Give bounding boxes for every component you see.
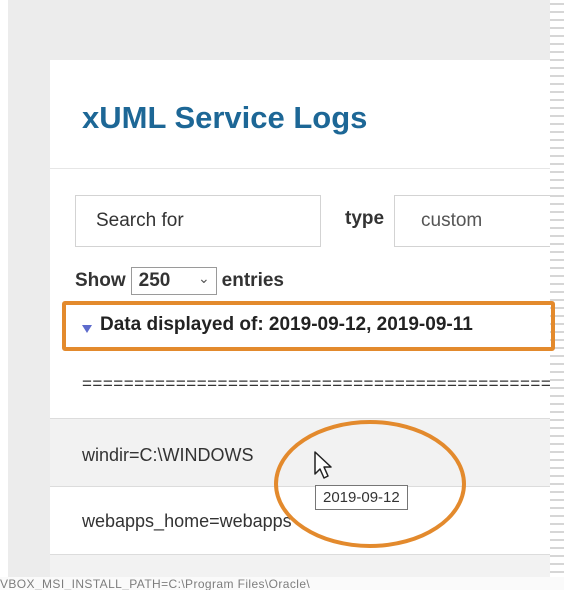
entries-control: Show 250 ⌄ entries (75, 266, 284, 296)
mouse-pointer-icon (314, 451, 332, 479)
torn-edge-right (550, 0, 564, 590)
title-divider (50, 168, 556, 169)
entries-value: 250 (138, 270, 171, 291)
show-label: Show (75, 270, 126, 291)
entries-select[interactable]: 250 ⌄ (130, 267, 217, 295)
type-input[interactable]: custom (394, 195, 556, 247)
chevron-down-icon: ⌄ (197, 270, 210, 286)
log-separator: ========================================… (82, 374, 556, 393)
page-title: xUML Service Logs (82, 100, 368, 135)
search-input[interactable]: Search for (75, 195, 321, 247)
type-label: type (345, 208, 385, 229)
highlight-ellipse (274, 420, 466, 548)
date-tooltip: 2019-09-12 (315, 485, 408, 510)
entries-label: entries (221, 270, 284, 291)
cut-off-row-text: VBOX_MSI_INSTALL_PATH=C:\Program Files\O… (0, 577, 564, 590)
highlight-rectangle (62, 301, 555, 351)
